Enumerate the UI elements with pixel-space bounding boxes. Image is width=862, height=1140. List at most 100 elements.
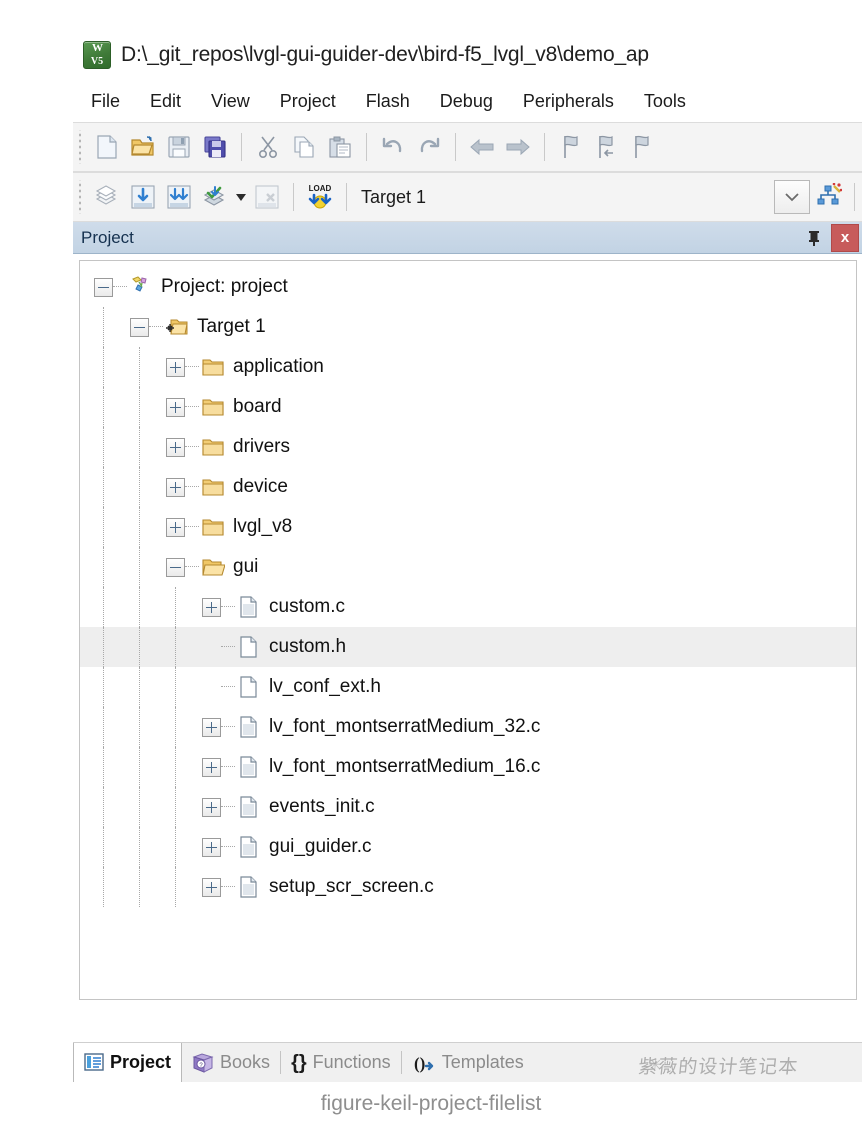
project-view-tabs: Project ? Books {} Functions () Template… xyxy=(73,1042,862,1082)
tree-item[interactable]: events_init.c xyxy=(80,787,856,827)
menu-item-edit[interactable]: Edit xyxy=(148,89,183,114)
tree-item[interactable]: board xyxy=(80,387,856,427)
bookmark-toggle-icon[interactable] xyxy=(554,130,588,164)
tree-guide-line xyxy=(139,387,141,427)
c-file-icon xyxy=(235,715,263,739)
target-dropdown-button[interactable] xyxy=(774,180,810,214)
tree-guide-line xyxy=(175,787,177,827)
navigate-back-icon[interactable] xyxy=(465,130,499,164)
tree-guide-line xyxy=(175,747,177,787)
rebuild-icon[interactable] xyxy=(162,180,196,214)
expand-icon[interactable] xyxy=(202,797,221,817)
tree-item[interactable]: Project: project xyxy=(80,267,856,307)
menu-item-view[interactable]: View xyxy=(209,89,252,114)
paste-icon[interactable] xyxy=(323,130,357,164)
redo-icon[interactable] xyxy=(412,130,446,164)
menu-item-flash[interactable]: Flash xyxy=(364,89,412,114)
tree-item-label: drivers xyxy=(233,436,291,457)
new-file-icon[interactable] xyxy=(90,130,124,164)
menu-item-peripherals[interactable]: Peripherals xyxy=(521,89,616,114)
tree-item[interactable]: lv_font_montserratMedium_16.c xyxy=(80,747,856,787)
tree-item[interactable]: lvgl_v8 xyxy=(80,507,856,547)
expand-icon[interactable] xyxy=(166,437,185,457)
tree-guide-line xyxy=(103,667,105,707)
copy-icon[interactable] xyxy=(287,130,321,164)
cut-icon[interactable] xyxy=(251,130,285,164)
tree-item-label: application xyxy=(233,356,324,377)
download-icon[interactable]: LOAD xyxy=(303,180,337,214)
tree-item[interactable]: custom.c xyxy=(80,587,856,627)
tree-connector xyxy=(185,366,199,368)
open-file-icon[interactable] xyxy=(126,130,160,164)
pin-icon[interactable] xyxy=(801,225,827,251)
tab-project[interactable]: Project xyxy=(73,1043,183,1082)
tree-guide-line xyxy=(103,387,105,427)
bookmark-prev-icon[interactable] xyxy=(590,130,624,164)
expand-icon[interactable] xyxy=(166,357,185,377)
toolbar-separator xyxy=(366,133,367,161)
svg-text:LOAD: LOAD xyxy=(309,184,332,193)
tree-item-label: lvgl_v8 xyxy=(233,516,293,537)
target-icon xyxy=(163,315,191,339)
collapse-icon[interactable] xyxy=(166,557,185,577)
menu-item-tools[interactable]: Tools xyxy=(642,89,688,114)
save-all-icon[interactable] xyxy=(198,130,232,164)
manage-project-items-icon[interactable] xyxy=(811,180,845,214)
tab-books[interactable]: ? Books xyxy=(182,1043,280,1082)
expand-icon[interactable] xyxy=(202,757,221,777)
tree-connector xyxy=(185,406,199,408)
menu-item-project[interactable]: Project xyxy=(278,89,338,114)
translate-icon[interactable] xyxy=(90,180,124,214)
tree-item[interactable]: custom.h xyxy=(80,627,856,667)
tree-connector xyxy=(221,686,235,688)
toolbar-separator xyxy=(241,133,242,161)
undo-icon[interactable] xyxy=(376,130,410,164)
caret-down-icon[interactable] xyxy=(233,182,249,212)
tree-guide-line xyxy=(139,747,141,787)
tree-item[interactable]: gui_guider.c xyxy=(80,827,856,867)
target-combo-value[interactable]: Target 1 xyxy=(361,187,426,208)
keil-uvision-icon: W V5 xyxy=(83,41,111,69)
folder-icon xyxy=(199,355,227,379)
app-icon-bottom-text: V5 xyxy=(90,56,104,67)
batch-build-icon[interactable] xyxy=(198,180,232,214)
tree-item[interactable]: device xyxy=(80,467,856,507)
tree-item[interactable]: lv_font_montserratMedium_32.c xyxy=(80,707,856,747)
expand-icon[interactable] xyxy=(166,477,185,497)
project-pane-header: Project x xyxy=(73,222,862,254)
expand-icon[interactable] xyxy=(166,397,185,417)
tree-item[interactable]: Target 1 xyxy=(80,307,856,347)
build-toolbar: LOAD Target 1 xyxy=(73,172,862,222)
toolbar-grip[interactable] xyxy=(77,130,85,164)
expand-icon[interactable] xyxy=(202,717,221,737)
stop-build-icon[interactable] xyxy=(250,180,284,214)
expand-icon[interactable] xyxy=(202,837,221,857)
c-file-icon xyxy=(235,875,263,899)
tree-item[interactable]: lv_conf_ext.h xyxy=(80,667,856,707)
tree-item[interactable]: drivers xyxy=(80,427,856,467)
menu-item-file[interactable]: File xyxy=(89,89,122,114)
tree-root: Project: project Target 1 application board… xyxy=(80,261,856,907)
tree-guide-line xyxy=(139,467,141,507)
toolbar-separator xyxy=(544,133,545,161)
tree-item[interactable]: application xyxy=(80,347,856,387)
expand-icon[interactable] xyxy=(202,597,221,617)
toolbar-grip[interactable] xyxy=(77,180,85,214)
project-tree[interactable]: Project: project Target 1 application board… xyxy=(79,260,857,1000)
build-icon[interactable] xyxy=(126,180,160,214)
expand-icon[interactable] xyxy=(202,877,221,897)
collapse-icon[interactable] xyxy=(94,277,113,297)
save-icon[interactable] xyxy=(162,130,196,164)
bookmark-next-icon[interactable] xyxy=(626,130,660,164)
menu-item-debug[interactable]: Debug xyxy=(438,89,495,114)
tree-item[interactable]: setup_scr_screen.c xyxy=(80,867,856,907)
navigate-forward-icon[interactable] xyxy=(501,130,535,164)
tab-functions[interactable]: {} Functions xyxy=(281,1043,401,1082)
tree-item[interactable]: gui xyxy=(80,547,856,587)
folder-icon xyxy=(199,435,227,459)
tab-templates[interactable]: () Templates xyxy=(402,1043,534,1082)
close-icon[interactable]: x xyxy=(831,223,859,252)
tree-guide-line xyxy=(175,867,177,907)
expand-icon[interactable] xyxy=(166,517,185,537)
collapse-icon[interactable] xyxy=(130,317,149,337)
